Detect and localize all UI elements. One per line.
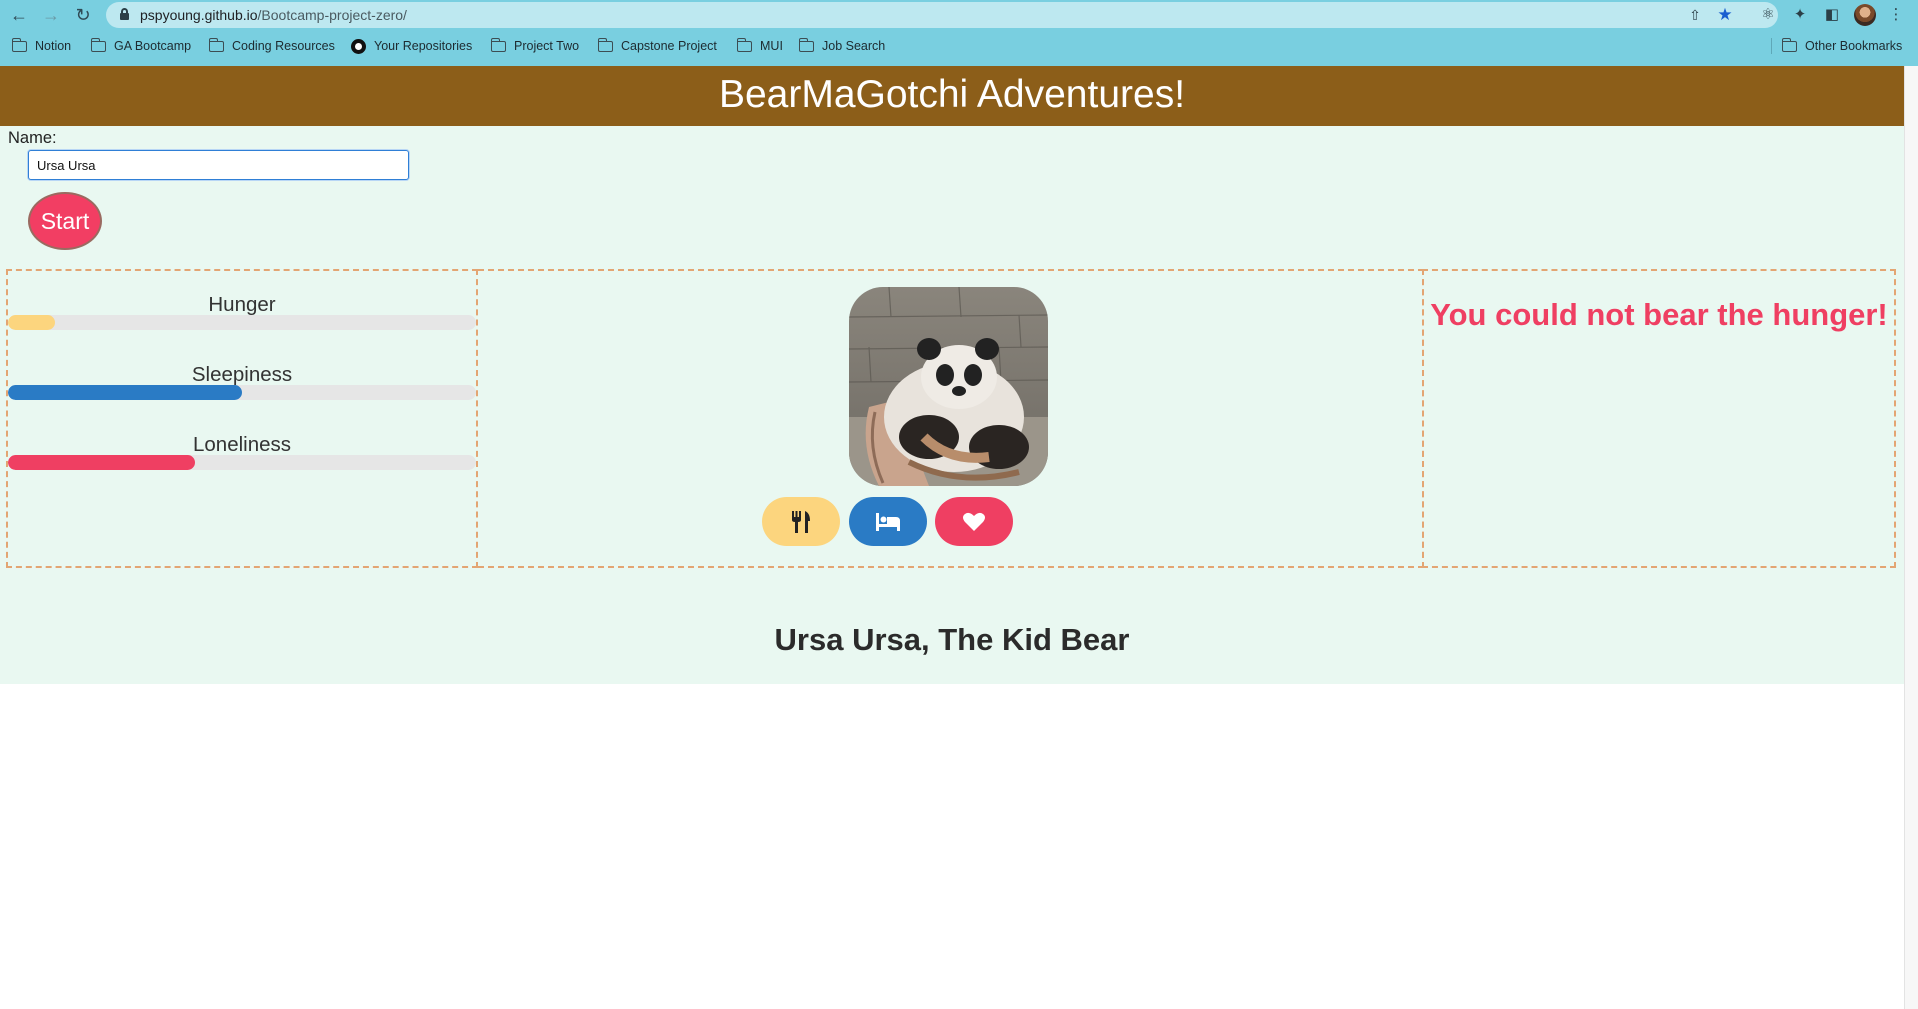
page-title: BearMaGotchi Adventures! xyxy=(718,73,1186,116)
folder-icon xyxy=(1781,37,1797,52)
sleepiness-label: Sleepiness xyxy=(191,363,293,386)
bookmark-other-bookmarks[interactable]: Other Bookmarks xyxy=(1781,37,1902,55)
forward-icon[interactable]: → xyxy=(40,4,62,26)
bookmark-capstone-project[interactable]: Capstone Project xyxy=(597,37,717,55)
lock-icon xyxy=(120,8,129,20)
status-message: You could not bear the hunger! xyxy=(1430,297,1888,332)
browser-chrome: ← → ↻ pspyoung.github.io/Bootcamp-projec… xyxy=(0,0,1918,66)
bear-panel xyxy=(478,269,1424,568)
address-bar[interactable]: pspyoung.github.io/Bootcamp-project-zero… xyxy=(106,2,1778,28)
folder-icon xyxy=(90,37,106,52)
bookmark-your-repositories[interactable]: Your Repositories xyxy=(351,37,472,55)
github-icon xyxy=(351,38,366,54)
folder-icon xyxy=(597,37,613,52)
page: BearMaGotchi Adventures! Name: Start Hun… xyxy=(0,66,1904,684)
bookmarks-bar: Notion GA Bootcamp Coding Resources Your… xyxy=(0,34,1918,58)
bear-image xyxy=(849,287,1048,486)
side-panel-icon[interactable]: ◧ xyxy=(1822,5,1842,25)
name-input[interactable] xyxy=(28,150,409,180)
bookmark-mui[interactable]: MUI xyxy=(736,37,783,55)
feed-button[interactable] xyxy=(762,497,840,546)
bookmark-job-search[interactable]: Job Search xyxy=(798,37,885,55)
url-text: pspyoung.github.io/Bootcamp-project-zero… xyxy=(140,7,407,23)
bed-icon xyxy=(876,512,900,531)
extensions-icon[interactable]: ✦ xyxy=(1790,5,1810,25)
back-icon[interactable]: ← xyxy=(8,4,30,26)
bookmark-notion[interactable]: Notion xyxy=(11,37,71,55)
folder-icon xyxy=(490,37,506,52)
folder-icon xyxy=(208,37,224,52)
sleep-button[interactable] xyxy=(849,497,927,546)
loneliness-label: Loneliness xyxy=(192,433,291,456)
bookmark-project-two[interactable]: Project Two xyxy=(490,37,579,55)
react-devtools-icon[interactable]: ⚛ xyxy=(1758,5,1778,25)
heart-icon xyxy=(963,512,985,531)
hunger-bar xyxy=(8,315,476,330)
play-button[interactable] xyxy=(935,497,1013,546)
bear-name-title: Ursa Ursa, The Kid Bear xyxy=(774,622,1130,657)
bookmarks-divider xyxy=(1771,38,1772,54)
utensils-icon xyxy=(792,510,810,533)
folder-icon xyxy=(798,37,814,52)
bookmark-coding-resources[interactable]: Coding Resources xyxy=(208,37,335,55)
name-label: Name: xyxy=(8,129,57,147)
share-icon[interactable]: ⇧ xyxy=(1686,6,1704,24)
bookmark-ga-bootcamp[interactable]: GA Bootcamp xyxy=(90,37,191,55)
start-button[interactable]: Start xyxy=(28,192,102,250)
menu-icon[interactable]: ⋮ xyxy=(1886,5,1906,25)
browser-toolbar: ← → ↻ pspyoung.github.io/Bootcamp-projec… xyxy=(0,0,1918,30)
loneliness-bar-fill xyxy=(8,455,196,470)
sleepiness-bar xyxy=(8,385,476,400)
hunger-label: Hunger xyxy=(208,293,276,316)
profile-avatar[interactable] xyxy=(1854,4,1876,26)
hunger-bar-fill xyxy=(8,315,55,330)
bookmark-star-icon[interactable]: ★ xyxy=(1716,6,1734,24)
stats-panel: Hunger Sleepiness Loneliness xyxy=(6,269,478,568)
site-header: BearMaGotchi Adventures! xyxy=(0,66,1904,126)
loneliness-bar xyxy=(8,455,476,470)
sleepiness-bar-fill xyxy=(8,385,242,400)
reload-icon[interactable]: ↻ xyxy=(72,4,94,26)
folder-icon xyxy=(11,37,27,52)
folder-icon xyxy=(736,37,752,52)
page-scrollbar[interactable] xyxy=(1904,66,1918,1009)
message-panel: You could not bear the hunger! xyxy=(1422,269,1896,568)
